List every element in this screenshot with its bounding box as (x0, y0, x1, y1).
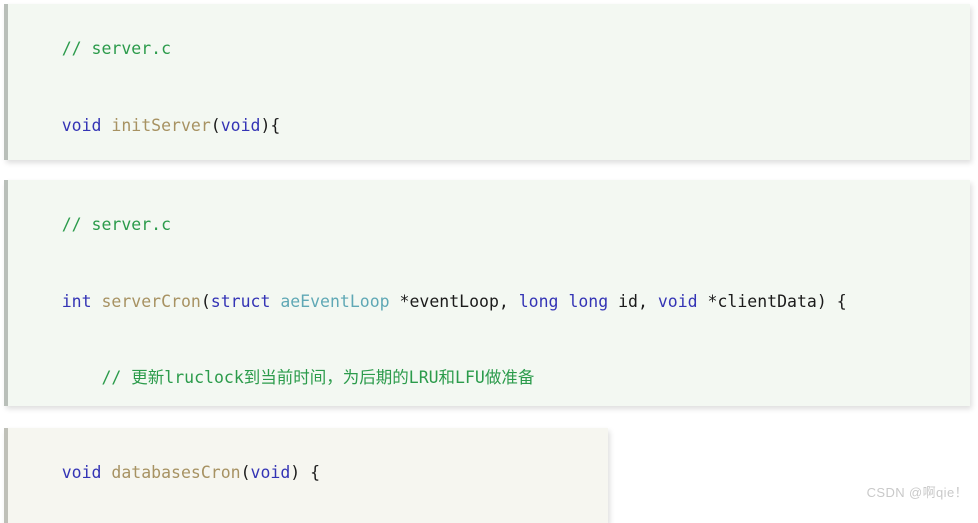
comment-token: // 更新lruclock到当前时间，为后期的LRU和LFU做准备 (61, 367, 535, 387)
punctuation-token: ( (210, 115, 221, 135)
punctuation-token: ( (240, 463, 251, 483)
code-line: // 更新lruclock到当前时间，为后期的LRU和LFU做准备 (8, 339, 970, 406)
keyword-token: void (220, 115, 261, 135)
keyword-token: long (568, 291, 609, 311)
code-line: // server.c (8, 187, 970, 263)
function-token: databasesCron (101, 463, 241, 483)
keyword-token: struct (210, 291, 271, 311)
argument-token: id, (608, 291, 658, 311)
keyword-token: long (518, 291, 559, 311)
punctuation-token: ) { (290, 463, 321, 483)
comment-token: // server.c (61, 215, 172, 235)
code-block-init-server: // server.c void initServer(void){ // ..… (4, 4, 970, 160)
punctuation-token: ){ (260, 115, 281, 135)
keyword-token: void (61, 115, 102, 135)
keyword-token: void (250, 463, 291, 483)
code-line: int serverCron(struct aeEventLoop *event… (8, 263, 970, 339)
argument-token: *eventLoop, (389, 291, 519, 311)
code-line: void databasesCron(void) { (8, 435, 608, 511)
type-token: aeEventLoop (270, 291, 390, 311)
function-token: initServer (101, 115, 211, 135)
keyword-token: int (61, 291, 92, 311)
keyword-token: void (61, 463, 102, 483)
function-token: serverCron (91, 291, 201, 311)
csdn-watermark: CSDN @啊qie！ (866, 485, 968, 500)
punctuation-token: ) { (816, 291, 847, 311)
code-line: // 尝试清理部分过期key，清理模式默认为SLOW (8, 511, 608, 523)
punctuation-token: ( (200, 291, 211, 311)
code-line: void initServer(void){ (8, 87, 970, 160)
code-line: // server.c (8, 11, 970, 87)
keyword-token: void (657, 291, 698, 311)
argument-token: *clientData (697, 291, 817, 311)
code-block-server-cron: // server.c int serverCron(struct aeEven… (4, 180, 970, 406)
comment-token: // server.c (61, 39, 172, 59)
